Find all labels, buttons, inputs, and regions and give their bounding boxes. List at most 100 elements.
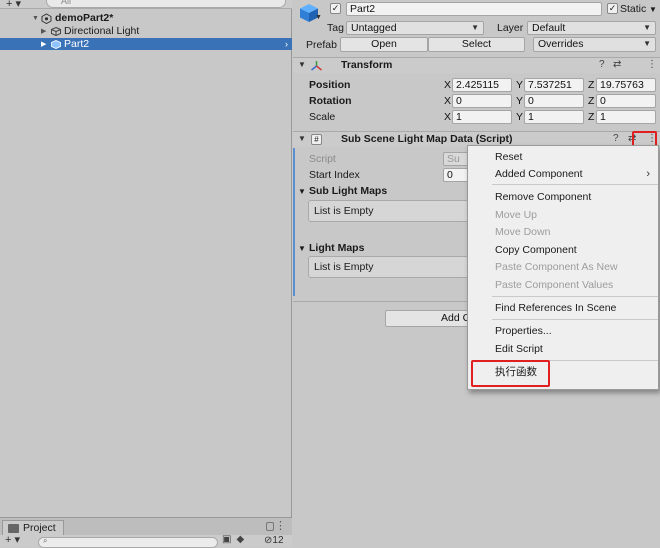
script-field: Su xyxy=(443,152,469,166)
menu-item-find-references[interactable]: Find References In Scene xyxy=(468,300,658,316)
position-y-input[interactable]: 7.537251 xyxy=(524,78,584,92)
expand-icon[interactable]: ▶ xyxy=(41,38,46,51)
axis-y-label: Y xyxy=(516,95,524,107)
axis-x-label: X xyxy=(444,79,452,91)
hierarchy-panel: + ▾ All ▼ demoPart2* ▶ Directional Light… xyxy=(0,0,292,548)
scene-expand-icon[interactable]: ▼ xyxy=(32,12,39,25)
hierarchy-search-input[interactable]: All xyxy=(46,0,286,8)
static-label: Static xyxy=(620,3,647,15)
start-index-input[interactable]: 0 xyxy=(443,168,469,182)
tab-project-label: Project xyxy=(23,522,56,534)
scale-x-input[interactable]: 1 xyxy=(452,110,512,124)
active-checkbox[interactable]: ✓ xyxy=(330,3,341,14)
position-z-input[interactable]: 19.75763 xyxy=(596,78,656,92)
folder-icon xyxy=(8,524,19,533)
fold-icon[interactable]: ▼ xyxy=(298,134,306,143)
transform-icon xyxy=(311,61,322,71)
sub-light-maps-list: List is Empty xyxy=(308,200,478,222)
menu-item-added-component[interactable]: Added Component › xyxy=(468,166,658,182)
scale-y-input[interactable]: 1 xyxy=(524,110,584,124)
axis-x-label: X xyxy=(444,95,452,107)
transform-header[interactable]: ▼ Transform ? ⇄ ⋮ xyxy=(293,57,660,73)
search-icon: ⌕ xyxy=(43,536,48,545)
position-label: Position xyxy=(309,79,351,91)
project-search-input[interactable]: ⌕ xyxy=(38,536,218,548)
prefab-select-button[interactable]: Select xyxy=(428,37,525,52)
axis-x-label: X xyxy=(444,111,452,123)
scene-row[interactable]: ▼ demoPart2* xyxy=(0,12,292,25)
icon-dropdown-icon[interactable]: ▼ xyxy=(315,14,322,21)
panel-menu-icon[interactable]: ⋮ xyxy=(275,519,286,532)
fold-icon[interactable]: ▼ xyxy=(298,242,306,255)
preset-icon[interactable]: ⇄ xyxy=(613,59,621,70)
overrides-label: Overrides xyxy=(538,38,584,50)
sub-light-maps-label: Sub Light Maps xyxy=(309,185,388,197)
axis-y-label: Y xyxy=(516,79,524,91)
component-menu-icon[interactable]: ⋮ xyxy=(647,59,657,70)
fold-icon[interactable]: ▼ xyxy=(298,60,306,69)
menu-item-paste-values[interactable]: Paste Component Values xyxy=(468,277,658,293)
hidden-packages-count[interactable]: ⊘12 xyxy=(264,535,284,546)
script-icon: # xyxy=(311,134,322,145)
gameobject-icon xyxy=(51,27,61,36)
static-dropdown-icon[interactable]: ▼ xyxy=(649,3,657,16)
create-asset-button[interactable]: + ▾ xyxy=(5,533,20,546)
rotation-y-input[interactable]: 0 xyxy=(524,94,584,108)
highlight-execute-function xyxy=(471,360,550,387)
rotation-z-input[interactable]: 0 xyxy=(596,94,656,108)
hierarchy-item-part2[interactable]: ▶ Part2 › xyxy=(0,38,292,50)
tag-dropdown[interactable]: Untagged ▼ xyxy=(346,21,484,35)
light-maps-list: List is Empty xyxy=(308,256,478,278)
menu-item-label: Added Component xyxy=(495,168,583,180)
help-icon[interactable]: ? xyxy=(613,133,619,144)
scale-z-input[interactable]: 1 xyxy=(596,110,656,124)
component-accent-bar xyxy=(293,148,295,296)
expand-icon[interactable]: ▶ xyxy=(41,25,46,38)
axis-z-label: Z xyxy=(588,111,595,123)
axis-z-label: Z xyxy=(588,95,595,107)
open-prefab-arrow-icon[interactable]: › xyxy=(285,38,288,51)
menu-item-reset[interactable]: Reset xyxy=(468,149,658,165)
light-maps-label: Light Maps xyxy=(309,242,365,254)
layer-value: Default xyxy=(532,22,566,34)
object-name-input[interactable]: Part2 xyxy=(346,2,602,16)
chevron-down-icon: ▼ xyxy=(643,39,651,48)
menu-separator xyxy=(492,319,658,320)
hierarchy-item-label: Directional Light xyxy=(64,25,140,37)
axis-y-label: Y xyxy=(516,111,524,123)
submenu-arrow-icon: › xyxy=(646,168,650,180)
menu-item-copy-component[interactable]: Copy Component xyxy=(468,242,658,258)
menu-item-move-up[interactable]: Move Up xyxy=(468,207,658,223)
hidden-count-value: 12 xyxy=(272,535,284,546)
menu-item-paste-as-new[interactable]: Paste Component As New xyxy=(468,259,658,275)
fold-icon[interactable]: ▼ xyxy=(298,185,306,198)
menu-separator xyxy=(492,184,658,185)
rotation-x-input[interactable]: 0 xyxy=(452,94,512,108)
lock-icon[interactable] xyxy=(266,522,274,531)
hierarchy-item-label: Part2 xyxy=(64,38,90,50)
chevron-down-icon: ▼ xyxy=(471,23,479,32)
prefab-icon xyxy=(51,40,61,49)
menu-item-remove-component[interactable]: Remove Component xyxy=(468,189,658,205)
search-filter-icons[interactable]: ▣◆ xyxy=(222,534,249,545)
chevron-down-icon: ▼ xyxy=(643,23,651,32)
menu-item-move-down[interactable]: Move Down xyxy=(468,224,658,240)
create-dropdown-button[interactable]: + ▾ xyxy=(6,0,21,8)
prefab-label: Prefab xyxy=(306,39,337,51)
menu-item-properties[interactable]: Properties... xyxy=(468,323,658,339)
help-icon[interactable]: ? xyxy=(599,59,605,70)
transform-title: Transform xyxy=(341,59,393,71)
layer-dropdown[interactable]: Default ▼ xyxy=(527,21,656,35)
prefab-open-button[interactable]: Open xyxy=(340,37,428,52)
script-label: Script xyxy=(309,153,336,165)
menu-separator xyxy=(492,296,658,297)
start-index-label: Start Index xyxy=(309,169,360,181)
hierarchy-item-directional-light[interactable]: ▶ Directional Light xyxy=(0,25,292,38)
tag-value: Untagged xyxy=(351,22,397,34)
position-x-input[interactable]: 2.425115 xyxy=(452,78,512,92)
prefab-overrides-dropdown[interactable]: Overrides ▼ xyxy=(533,37,656,52)
scene-name: demoPart2* xyxy=(55,12,114,24)
menu-item-edit-script[interactable]: Edit Script xyxy=(468,341,658,357)
static-checkbox[interactable]: ✓ xyxy=(607,3,618,14)
rotation-label: Rotation xyxy=(309,95,352,107)
